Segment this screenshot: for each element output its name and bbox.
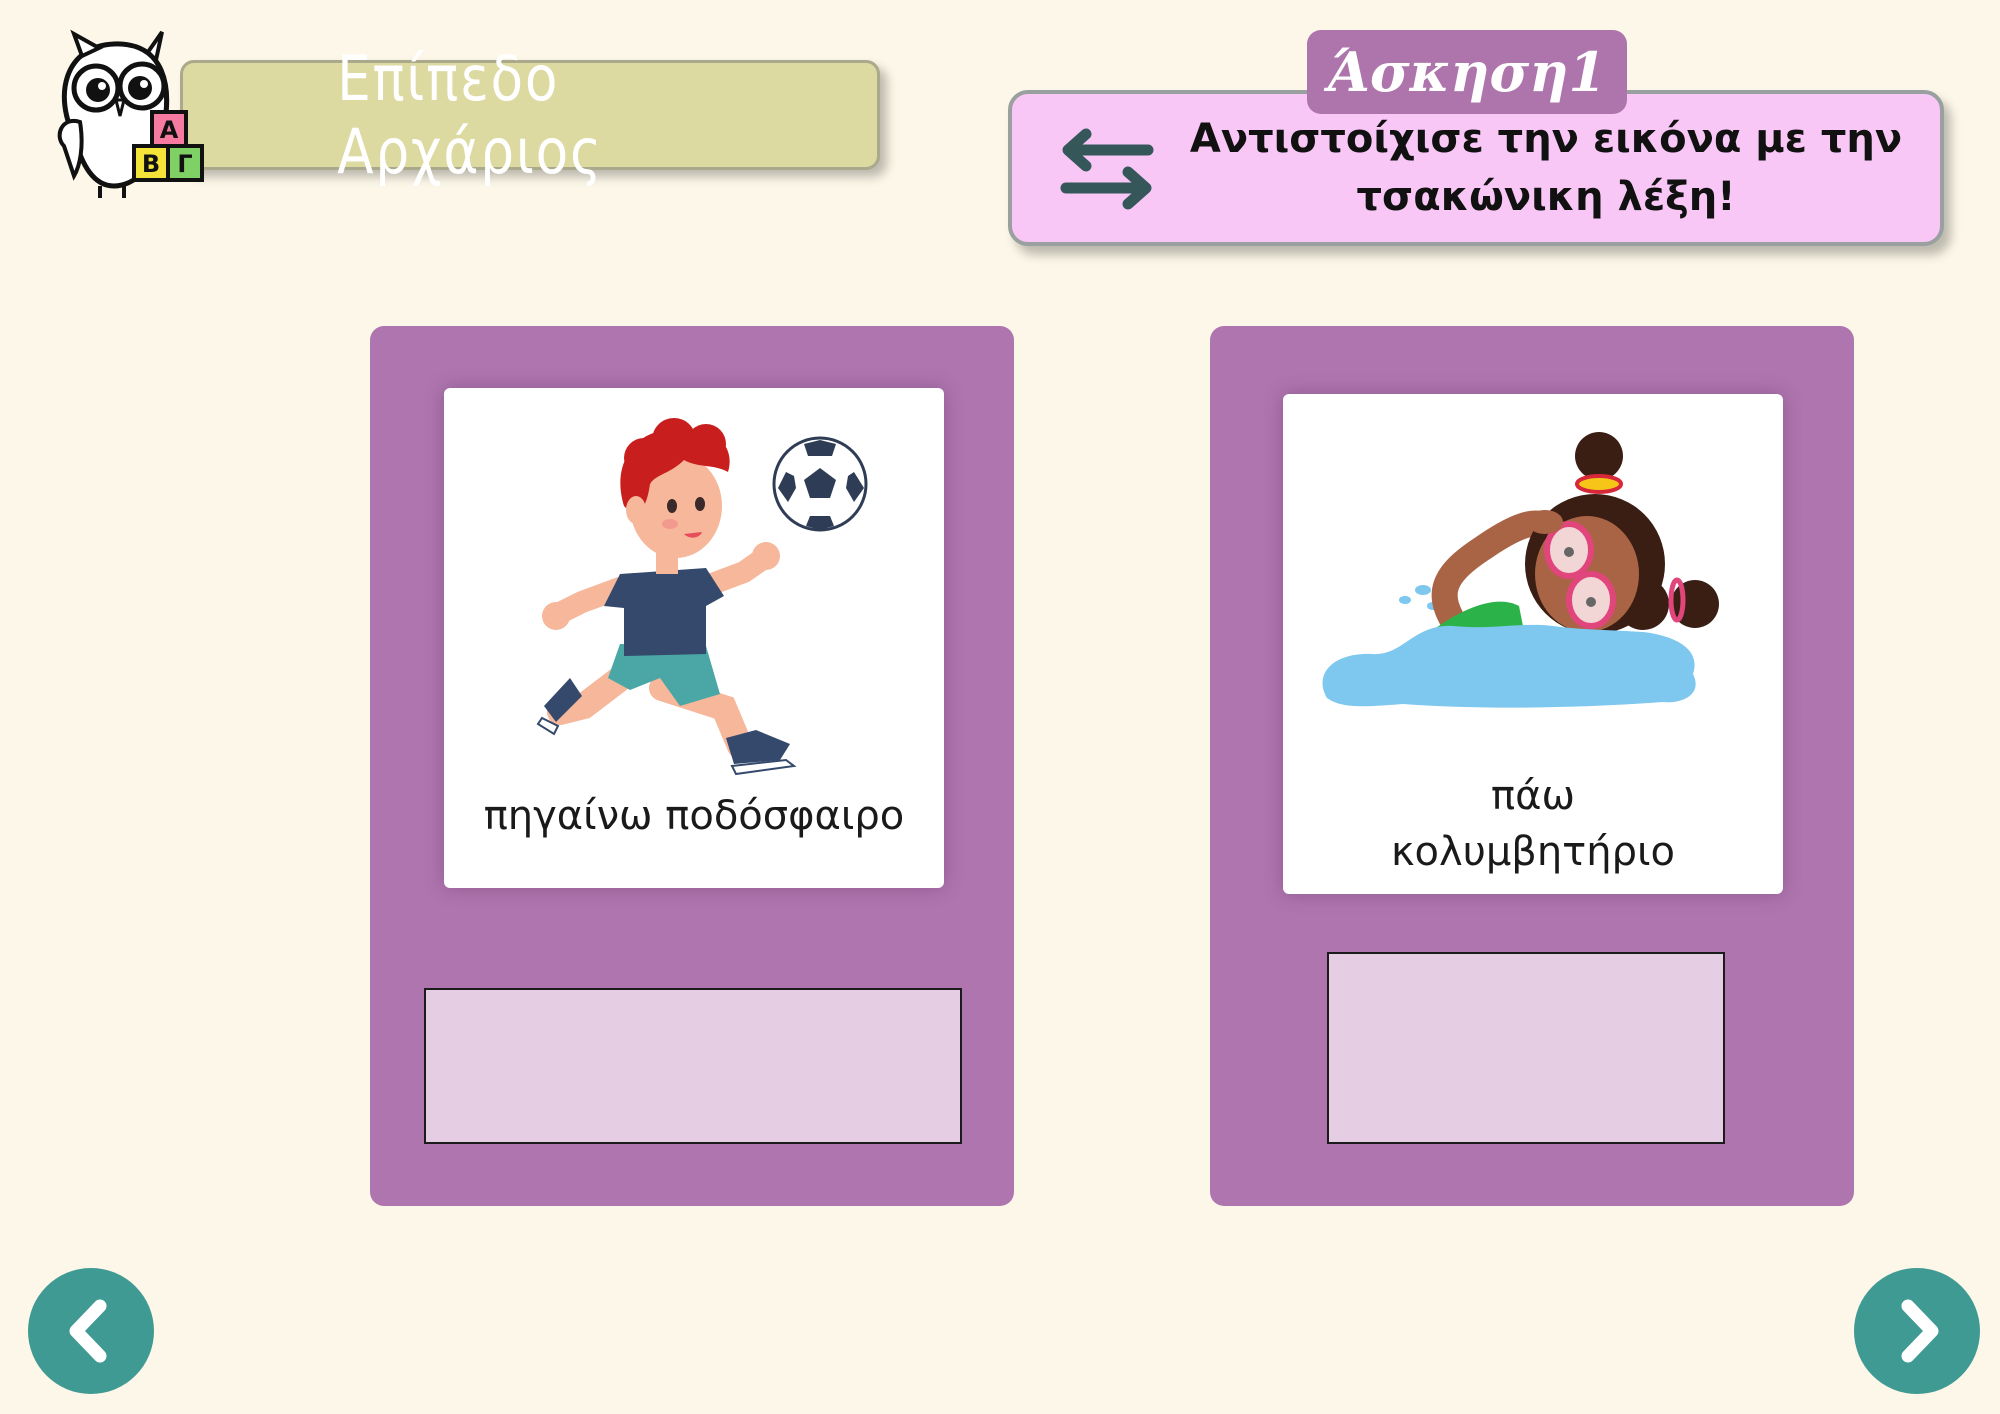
- logo-block-b: B: [142, 150, 160, 178]
- logo-block-a: A: [160, 116, 179, 144]
- exercise-tag: Άσκηση1: [1307, 30, 1627, 114]
- chevron-left-icon: [69, 1299, 107, 1363]
- next-button[interactable]: [1854, 1268, 1980, 1394]
- owl-logo-icon: A B Γ: [57, 29, 204, 198]
- picture-tile[interactable]: πάω κολυμβητήριο: [1283, 394, 1783, 894]
- matching-card-swimming: πάω κολυμβητήριο: [1210, 326, 1854, 1206]
- picture-tile[interactable]: πηγαίνω ποδόσφαιρο: [444, 388, 944, 888]
- answer-drop-slot[interactable]: [1327, 952, 1725, 1144]
- girl-swimming-illustration: [1322, 432, 1719, 708]
- word-line-1: πάω: [1491, 773, 1575, 819]
- word-line-2: κολυμβητήριο: [1390, 829, 1676, 875]
- logo-block-g: Γ: [177, 150, 192, 178]
- swap-arrows-icon: [1060, 128, 1154, 210]
- level-label: Επίπεδο Αρχάριος: [337, 42, 603, 188]
- soccer-ball-icon: [772, 436, 868, 532]
- instruction-text: Αντιστοίχισε την εικόνα με την τσακώνικη…: [1189, 116, 1903, 220]
- boy-playing-football-illustration: [536, 418, 868, 776]
- word-label: πάω κολυμβητήριο: [1333, 768, 1733, 880]
- chevron-right-icon: [1901, 1299, 1939, 1363]
- level-banner: Επίπεδο Αρχάριος: [180, 42, 880, 188]
- answer-drop-slot[interactable]: [424, 988, 962, 1144]
- previous-button[interactable]: [28, 1268, 154, 1394]
- word-label: πηγαίνω ποδόσφαιρο: [483, 793, 905, 839]
- matching-card-football: πηγαίνω ποδόσφαιρο: [370, 326, 1014, 1206]
